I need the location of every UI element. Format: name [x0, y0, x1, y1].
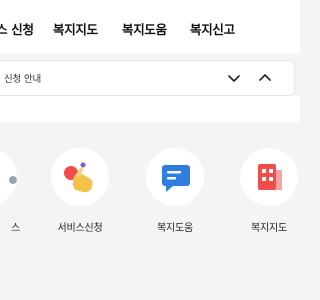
service-item-help[interactable]: 복지도움 [135, 148, 215, 234]
chat-help-icon [146, 148, 204, 206]
service-panel: 스 서비스신청 복지도움 복지지도 [0, 122, 300, 262]
nav-item-service-apply[interactable]: 스 신청 [0, 19, 34, 38]
nav-item-welfare-help[interactable]: 복지도움 [122, 19, 167, 38]
service-item-partial[interactable]: 스 [0, 148, 28, 234]
chevron-up-icon[interactable] [255, 68, 275, 88]
service-label: 스 [11, 223, 20, 234]
nav-item-welfare-report[interactable]: 복지신고 [190, 19, 235, 38]
service-icon [0, 148, 17, 206]
service-label: 복지지도 [251, 223, 287, 234]
page: 스 신청 복지지도 복지도움 복지신고 신청 안내 스 서비스신청 복지도움 복… [0, 0, 300, 300]
service-item-apply[interactable]: 서비스신청 [40, 148, 120, 234]
guide-select-label: 신청 안내 [4, 74, 41, 85]
map-icon [240, 148, 298, 206]
hand-tap-icon [51, 148, 109, 206]
service-label: 복지도움 [157, 223, 193, 234]
spacer [0, 96, 300, 122]
chevron-down-icon[interactable] [224, 68, 244, 88]
top-navigation: 스 신청 복지지도 복지도움 복지신고 [0, 0, 300, 54]
nav-item-welfare-map[interactable]: 복지지도 [53, 19, 98, 38]
bottom-area [0, 262, 300, 300]
service-item-map[interactable]: 복지지도 [229, 148, 300, 234]
service-label: 서비스신청 [57, 223, 103, 234]
guide-select-bar[interactable]: 신청 안내 [0, 60, 295, 96]
